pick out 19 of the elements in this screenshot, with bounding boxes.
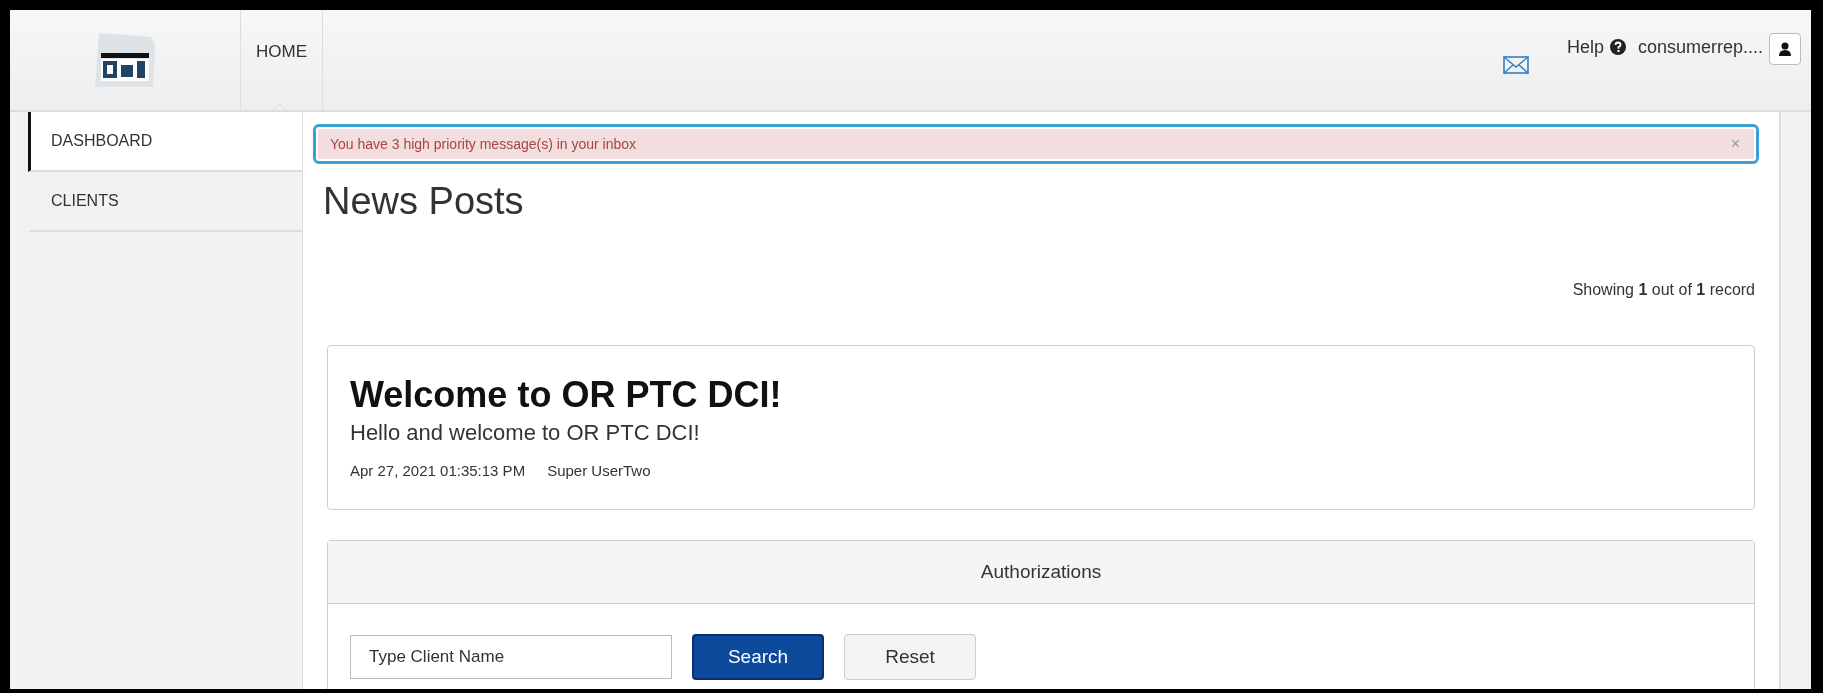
post-date: Apr 27, 2021 01:35:13 PM [350,462,526,479]
record-count: Showing 1 out of 1 record [1572,281,1755,299]
help-icon[interactable] [1609,39,1626,55]
client-search-field[interactable]: Type Client Name [350,635,672,679]
post-title: Welcome to OR PTC DCI! [350,374,783,416]
person-icon [1779,42,1791,56]
mail-icon[interactable] [1502,56,1529,74]
search-button[interactable]: Search [692,634,824,680]
username-link[interactable]: consumerrep.... [1637,37,1763,58]
reset-button[interactable]: Reset [844,634,976,680]
logo-drawing [93,31,157,89]
post-author: Super UserTwo [547,462,651,479]
sidebar-item[interactable]: DASHBOARD [28,112,302,172]
panel-header: Authorizations [328,541,1754,604]
page-title: News Posts [323,180,525,223]
alert-message: You have 3 high priority message(s) in your inbox [330,136,638,152]
user-button[interactable] [1769,33,1801,65]
help-link[interactable]: Help [1566,37,1604,58]
post-body: Hello and welcome to OR PTC DCI! [350,420,701,446]
